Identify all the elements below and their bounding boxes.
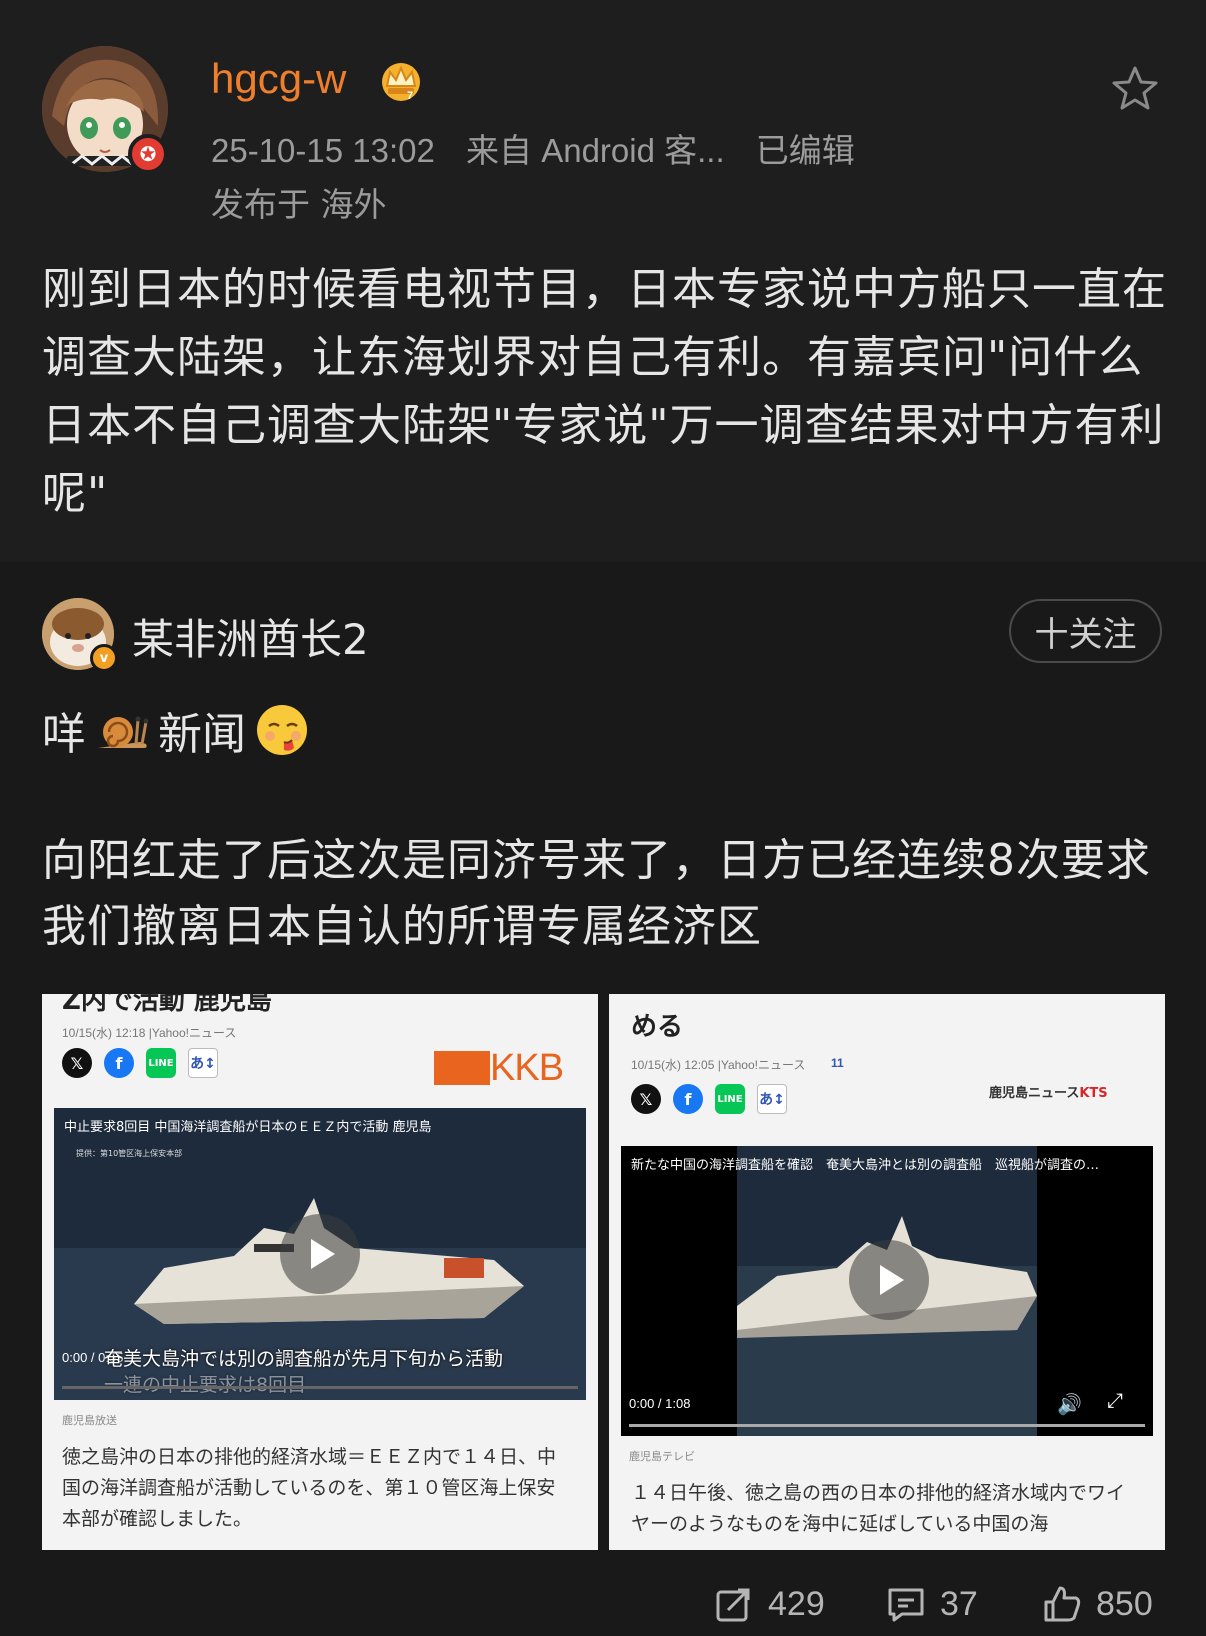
card-source: 鹿児島放送 <box>62 1414 117 1427</box>
fullscreen-icon[interactable]: ⤢ <box>1107 1390 1123 1413</box>
video-caption: 中止要求8回目 中国海洋調査船が日本のＥＥＺ内で活動 鹿児島 <box>64 1120 432 1135</box>
repost-intro-line: 咩 新闻 <box>42 698 310 762</box>
thumbs-up-icon <box>1044 1586 1081 1622</box>
video-subtitle: 奄美大島沖では別の調査船が先月下旬から活動 <box>104 1348 504 1370</box>
star-favorite-icon[interactable] <box>1110 64 1160 114</box>
volume-icon[interactable]: 🔊 <box>1057 1392 1082 1417</box>
share-row: 𝕏 f LINE あ↕ <box>62 1048 218 1078</box>
crown-vip-icon[interactable]: 7 <box>378 58 424 102</box>
svg-text:7: 7 <box>407 90 413 102</box>
card-body: １４日午後、徳之島の西の日本の排他的経済水域内でワイヤーのようなものを海中に延ば… <box>631 1482 1126 1535</box>
comment-count[interactable]: 11 <box>831 1056 844 1070</box>
card-source: 鹿児島テレビ <box>629 1450 695 1463</box>
x-share-icon[interactable]: 𝕏 <box>62 1048 92 1078</box>
card-headline: Z内で活動 鹿児島 <box>62 994 272 1016</box>
video-caption: 新たな中国の海洋調査船を確認 奄美大島沖とは別の調査船 巡視船が調査の… <box>631 1158 1100 1173</box>
play-button-icon[interactable] <box>280 1214 360 1294</box>
post-timestamp: 25-10-15 13:02 <box>211 132 435 169</box>
facebook-share-icon[interactable]: f <box>673 1084 703 1114</box>
action-bar: 429 37 850 <box>0 1580 1206 1636</box>
font-size-icon[interactable]: あ↕ <box>188 1048 218 1078</box>
card-date: 10/15(水) 12:05 |Yahoo!ニュース <box>631 1058 806 1072</box>
x-share-icon[interactable]: 𝕏 <box>631 1084 661 1114</box>
post-edited-label: 已编辑 <box>755 132 855 169</box>
repost-username[interactable]: 某非洲酋长2 <box>132 606 369 667</box>
repost-intro-b: 新闻 <box>158 709 246 760</box>
video-subtitle-2: 一連の中止要求は8回目 <box>104 1374 307 1396</box>
font-size-icon[interactable]: あ↕ <box>757 1084 787 1114</box>
card-date: 10/15(水) 12:18 |Yahoo!ニュース <box>62 1026 237 1040</box>
facebook-share-icon[interactable]: f <box>104 1048 134 1078</box>
video-player[interactable]: 中止要求8回目 中国海洋調査船が日本のＥＥＺ内で活動 鹿児島 提供：第10管区海… <box>54 1108 586 1400</box>
repost-intro-a: 咩 <box>42 709 86 760</box>
line-share-icon[interactable]: LINE <box>146 1048 176 1078</box>
verified-badge-icon: ✪ <box>128 134 168 174</box>
repost-count: 429 <box>768 1584 825 1623</box>
comment-icon <box>888 1588 924 1622</box>
follow-button[interactable]: 十关注 <box>1009 599 1162 663</box>
line-share-icon[interactable]: LINE <box>715 1084 745 1114</box>
original-post: ✪ hgcg-w 7 25-10-15 13:02 来自 Android 客..… <box>0 0 1206 562</box>
card-body: 徳之島沖の日本の排他的経済水域＝ＥＥＺ内で１４日、中国の海洋調査船が活動している… <box>62 1446 557 1530</box>
video-time: 0:00 / 1:08 <box>629 1396 691 1411</box>
video-progress[interactable] <box>62 1386 578 1389</box>
share-row: 𝕏 f LINE あ↕ <box>631 1084 787 1114</box>
post-meta: 25-10-15 13:02 来自 Android 客... 已编辑 <box>211 124 877 172</box>
repost-icon <box>716 1588 750 1622</box>
post-body: 刚到日本的时候看电视节目，日本专家说中方船只一直在调查大陆架，让东海划界对自己有… <box>42 264 1167 519</box>
comment-count: 37 <box>940 1584 978 1623</box>
video-credit: 提供：第10管区海上保安本部 <box>76 1149 183 1158</box>
kts-logo: 鹿児島ニュースKTS <box>989 1086 1108 1101</box>
comment-action[interactable]: 37 <box>886 1584 978 1624</box>
card-headline: める <box>631 1012 684 1042</box>
play-button-icon[interactable] <box>849 1240 929 1320</box>
video-progress[interactable] <box>629 1424 1145 1427</box>
smirk-emoji-icon <box>257 705 307 755</box>
kkb-logo: KKB <box>434 1047 564 1089</box>
post-username[interactable]: hgcg-w <box>211 55 346 103</box>
repost-body: 向阳红走了后这次是同济号来了，日方已经连续8次要求我们撤离日本自认的所谓专属经济… <box>42 835 1151 952</box>
news-screenshot-left[interactable]: Z内で活動 鹿児島 10/15(水) 12:18 |Yahoo!ニュース 𝕏 f… <box>42 994 598 1550</box>
verified-badge-icon: v <box>90 644 118 672</box>
post-location: 发布于 海外 <box>211 185 387 224</box>
repost-action[interactable]: 429 <box>714 1584 825 1624</box>
news-screenshot-right[interactable]: める 10/15(水) 12:05 |Yahoo!ニュース 11 𝕏 f LIN… <box>609 994 1165 1550</box>
like-count: 850 <box>1096 1584 1153 1623</box>
video-player[interactable]: 新たな中国の海洋調査船を確認 奄美大島沖とは別の調査船 巡視船が調査の… 0:0… <box>621 1146 1153 1436</box>
snail-emoji-icon <box>98 716 149 748</box>
like-action[interactable]: 850 <box>1042 1584 1153 1624</box>
post-source: 来自 Android 客... <box>466 132 725 169</box>
